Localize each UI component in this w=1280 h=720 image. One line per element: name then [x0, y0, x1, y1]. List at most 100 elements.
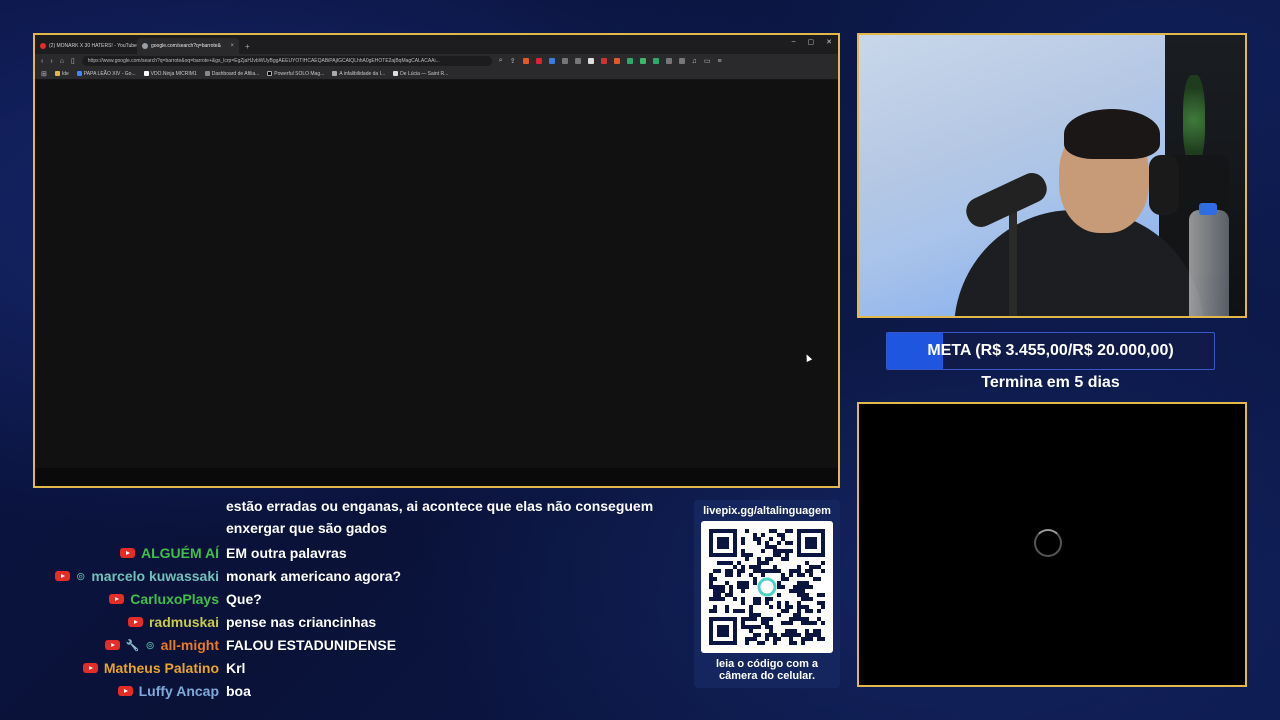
qr-module: [789, 633, 793, 637]
qr-module: [741, 581, 745, 585]
extension-icon[interactable]: [600, 58, 607, 64]
page-viewport[interactable]: [35, 82, 838, 468]
qr-module: [713, 589, 717, 593]
qr-module: [745, 641, 749, 645]
maximize-button[interactable]: ▢: [808, 38, 815, 46]
youtube-favicon-icon: [40, 43, 46, 49]
chat-username[interactable]: marcelo kuwassaki: [91, 568, 219, 584]
qr-module: [805, 621, 809, 625]
qr-module: [749, 629, 753, 633]
qr-module: [785, 541, 789, 545]
close-window-button[interactable]: ✕: [826, 38, 832, 46]
chat-message-continuation: estão erradas ou enganas, ai acontece qu…: [226, 498, 654, 514]
qr-module: [745, 557, 749, 561]
browser-tab-google[interactable]: google.com/search?q=barrote& ×: [137, 38, 239, 54]
webcam-bottle-cap: [1199, 203, 1217, 215]
qr-module: [761, 573, 765, 577]
qr-module: [797, 593, 801, 597]
tab-close-icon[interactable]: ×: [230, 43, 234, 49]
brave-shield-icon[interactable]: [522, 58, 529, 64]
extension-icon[interactable]: [587, 58, 594, 64]
goal-text: META (R$ 3.455,00/R$ 20.000,00): [927, 342, 1174, 359]
chat-username[interactable]: radmuskai: [149, 614, 219, 630]
qr-module: [821, 569, 825, 573]
qr-module: [745, 553, 749, 557]
qr-module: [713, 605, 717, 609]
qr-module: [717, 585, 721, 589]
back-arrow-icon[interactable]: ‹: [41, 58, 43, 65]
forward-arrow-icon[interactable]: ›: [50, 58, 52, 65]
extension-icon[interactable]: [639, 58, 646, 64]
bookmark-item[interactable]: Powerful SOLO Mag...: [267, 71, 324, 77]
bookmark-item[interactable]: Ide: [54, 71, 69, 77]
qr-module: [777, 585, 781, 589]
qr-module: [805, 617, 809, 621]
new-tab-button[interactable]: +: [239, 38, 256, 54]
chat-message-text: EM outra palavras: [226, 545, 347, 561]
qr-module: [777, 613, 781, 617]
qr-module: [713, 569, 717, 573]
home-icon[interactable]: ⌂: [60, 58, 64, 65]
chat-username[interactable]: Matheus Palatino: [104, 660, 219, 676]
qr-module: [817, 601, 821, 605]
qr-module: [741, 553, 745, 557]
qr-module: [773, 545, 777, 549]
qr-module: [797, 585, 801, 589]
rewards-icon[interactable]: [535, 58, 542, 64]
qr-module: [785, 605, 789, 609]
qr-module: [801, 605, 805, 609]
bookmark-item[interactable]: VDO.Ninja MICRIM1: [143, 70, 197, 77]
qr-module: [745, 581, 749, 585]
extension-icon[interactable]: [574, 58, 581, 64]
chat-username[interactable]: all-might: [161, 637, 219, 653]
secondary-capture: [857, 402, 1247, 687]
address-bar[interactable]: https://www.google.com/search?q=barrote&…: [81, 56, 492, 66]
apps-grid-icon[interactable]: ⊞: [41, 70, 47, 78]
sidebar-icon[interactable]: ▭: [704, 57, 711, 65]
status-bar: [35, 468, 838, 486]
bookmark-item[interactable]: PAPA LEÃO XIV - Go...: [76, 71, 136, 77]
chat-meta: radmuskai: [127, 611, 219, 633]
qr-module: [777, 581, 781, 585]
qr-code[interactable]: [701, 521, 833, 653]
qr-module: [753, 633, 757, 637]
qr-module: [753, 637, 757, 641]
browser-tab-youtube[interactable]: (2) MONARK X 30 HATERS! - YouTube ×: [35, 38, 137, 54]
share-icon[interactable]: ⇪: [510, 57, 516, 65]
extension-icon[interactable]: [613, 58, 620, 64]
extension-icon[interactable]: [548, 58, 555, 64]
qr-module: [777, 549, 781, 553]
chat-message-text: boa: [226, 683, 251, 699]
bookmark-item[interactable]: De Lúcia — Saint R...: [393, 71, 448, 77]
music-icon[interactable]: ♫: [692, 58, 697, 65]
chat-username[interactable]: Luffy Ancap: [139, 683, 219, 699]
bookmark-icon[interactable]: ▯: [71, 57, 75, 65]
qr-module: [733, 609, 737, 613]
livepix-logo-icon: [757, 577, 777, 597]
qr-module: [749, 625, 753, 629]
extension-icon[interactable]: [665, 58, 672, 64]
extension-icon[interactable]: [678, 58, 685, 64]
bookmark-item[interactable]: Dashboard de Afilia...: [204, 71, 259, 77]
browser-toolbar: ‹ › ⌂ ▯ https://www.google.com/search?q=…: [35, 54, 838, 68]
extension-icon[interactable]: [561, 58, 568, 64]
extension-icon[interactable]: [652, 58, 659, 64]
qr-module: [749, 573, 753, 577]
qr-module: [749, 613, 753, 617]
extension-icon[interactable]: [626, 58, 633, 64]
qr-module: [797, 601, 801, 605]
minimize-button[interactable]: –: [792, 38, 796, 46]
qr-module: [741, 601, 745, 605]
loading-spinner-icon: [1034, 529, 1062, 557]
menu-icon[interactable]: ≡: [717, 58, 721, 65]
qr-module: [793, 569, 797, 573]
qr-module: [709, 573, 713, 577]
qr-module: [757, 561, 761, 565]
chat-username[interactable]: ALGUÉM AÍ: [141, 545, 219, 561]
chat-username[interactable]: CarluxoPlays: [130, 591, 219, 607]
bookmark-label: VDO.Ninja MICRIM1: [150, 70, 197, 77]
chat-overlay: estão erradas ou enganas, ai acontece qu…: [40, 498, 680, 708]
qr-finder: [717, 625, 729, 637]
zoom-icon[interactable]: ⌕: [499, 57, 503, 65]
bookmark-item[interactable]: A infalibilidade da I...: [332, 71, 385, 77]
